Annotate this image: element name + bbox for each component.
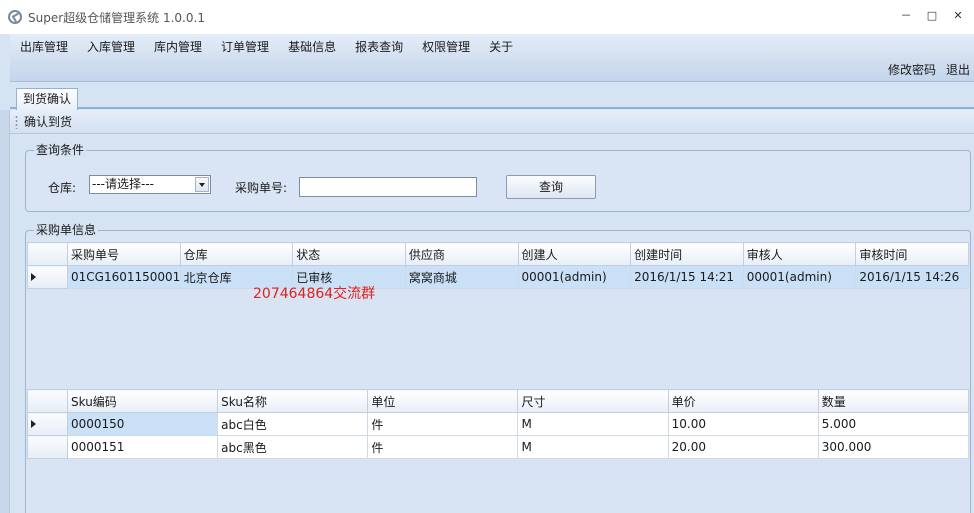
table-row[interactable]: 01CG1601150001 北京仓库 已审核 窝窝商城 00001(admin…	[27, 265, 969, 289]
confirm-arrival-button[interactable]: 确认到货	[24, 113, 72, 130]
maximize-icon[interactable]: □	[926, 10, 938, 22]
table-cell[interactable]: 2016/1/15 14:26	[855, 265, 969, 289]
table-cell[interactable]: 0000151	[66, 435, 219, 459]
column-header[interactable]: 数量	[817, 389, 970, 413]
column-header[interactable]: 单位	[367, 389, 519, 413]
menu-item-orders[interactable]: 订单管理	[211, 38, 278, 55]
row-header[interactable]	[27, 265, 68, 289]
close-icon[interactable]: ✕	[952, 10, 964, 22]
menu-item-permissions[interactable]: 权限管理	[412, 38, 479, 55]
column-header[interactable]: 仓库	[179, 242, 294, 266]
po-table: 采购单号 仓库 状态 供应商 创建人 创建时间 审核人 审核时间 01CG160…	[27, 242, 969, 396]
table-cell[interactable]: 0000150	[66, 412, 219, 436]
table-cell[interactable]: 01CG1601150001	[67, 265, 181, 289]
column-header[interactable]: 采购单号	[67, 242, 181, 266]
tab-arrival-confirm[interactable]: 到货确认	[16, 88, 79, 110]
row-header-corner	[27, 389, 68, 413]
column-header[interactable]: 单价	[667, 389, 819, 413]
table-cell[interactable]: 300.000	[817, 435, 970, 459]
column-header[interactable]: 供应商	[404, 242, 519, 266]
window-controls: － □ ✕	[900, 10, 964, 22]
table-cell[interactable]: 10.00	[667, 412, 819, 436]
table-row[interactable]: 0000150 abc白色 件 M 10.00 5.000	[27, 412, 970, 436]
table-cell[interactable]: 2016/1/15 14:21	[630, 265, 744, 289]
column-header[interactable]: 状态	[292, 242, 406, 266]
query-group-title: 查询条件	[34, 143, 87, 157]
po-number-label: 采购单号:	[235, 181, 288, 195]
table-cell[interactable]: abc白色	[217, 412, 369, 436]
column-header[interactable]: 创建人	[517, 242, 632, 266]
warehouse-select[interactable]: ---请选择---	[89, 175, 211, 194]
column-header[interactable]: 审核人	[742, 242, 857, 266]
minimize-icon[interactable]: －	[900, 10, 912, 22]
menu-item-reports[interactable]: 报表查询	[345, 38, 412, 55]
table-cell[interactable]: 20.00	[667, 435, 819, 459]
row-header[interactable]	[27, 435, 68, 459]
menu-item-about[interactable]: 关于	[479, 38, 522, 55]
warehouse-label: 仓库:	[48, 181, 77, 195]
chevron-down-icon[interactable]	[195, 177, 209, 192]
sku-table: Sku编码 Sku名称 单位 尺寸 单价 数量 0000150 abc白色 件 …	[27, 389, 970, 513]
row-header[interactable]	[27, 412, 68, 436]
table-cell[interactable]: M	[517, 412, 669, 436]
menu-item-basic-info[interactable]: 基础信息	[278, 38, 345, 55]
menu-bar: 出库管理 入库管理 库内管理 订单管理 基础信息 报表查询 权限管理 关于	[10, 34, 974, 58]
column-header[interactable]: 创建时间	[630, 242, 744, 266]
logout-link[interactable]: 退出	[946, 61, 970, 78]
left-border	[0, 110, 10, 513]
current-row-icon	[31, 273, 36, 281]
column-header[interactable]: 审核时间	[855, 242, 969, 266]
title-bar: Super超级仓储管理系统 1.0.0.1 － □ ✕	[0, 0, 974, 34]
user-bar: 修改密码 退出	[10, 58, 974, 82]
app-logo-icon	[8, 10, 22, 24]
column-header[interactable]: Sku名称	[217, 389, 369, 413]
po-number-input[interactable]	[299, 177, 477, 197]
row-header-corner	[27, 242, 68, 266]
toolbar-grip-icon[interactable]	[15, 114, 18, 129]
column-header[interactable]: 尺寸	[517, 389, 669, 413]
toolbar: 确认到货	[10, 110, 974, 134]
table-cell[interactable]: abc黑色	[217, 435, 369, 459]
table-cell[interactable]: 窝窝商城	[404, 265, 519, 289]
table-cell[interactable]: 件	[367, 412, 519, 436]
table-cell[interactable]: 00001(admin)	[742, 265, 857, 289]
current-row-icon	[31, 420, 36, 428]
tab-strip: 到货确认	[10, 83, 974, 110]
po-table-header: 采购单号 仓库 状态 供应商 创建人 创建时间 审核人 审核时间	[27, 242, 969, 266]
column-header[interactable]: Sku编码	[66, 389, 219, 413]
table-cell[interactable]: 00001(admin)	[517, 265, 632, 289]
sku-table-header: Sku编码 Sku名称 单位 尺寸 单价 数量	[27, 389, 970, 413]
warehouse-select-value: ---请选择---	[92, 177, 154, 191]
main-content: 查询条件 仓库: ---请选择--- 采购单号: 查询 采购单信息 采购单号 仓…	[10, 135, 974, 513]
menu-item-inventory[interactable]: 库内管理	[144, 38, 211, 55]
window-title: Super超级仓储管理系统 1.0.0.1	[28, 10, 205, 25]
po-info-group-title: 采购单信息	[34, 223, 99, 237]
watermark-text: 207464864交流群	[253, 286, 376, 302]
table-cell[interactable]: M	[517, 435, 669, 459]
table-cell[interactable]: 5.000	[817, 412, 970, 436]
table-cell[interactable]: 件	[367, 435, 519, 459]
search-button[interactable]: 查询	[506, 175, 596, 199]
menu-item-inbound[interactable]: 入库管理	[77, 38, 144, 55]
query-groupbox: 查询条件 仓库: ---请选择--- 采购单号: 查询	[25, 143, 971, 212]
change-password-link[interactable]: 修改密码	[888, 61, 936, 78]
table-row[interactable]: 0000151 abc黑色 件 M 20.00 300.000	[27, 435, 970, 459]
menu-item-outbound[interactable]: 出库管理	[10, 38, 77, 55]
